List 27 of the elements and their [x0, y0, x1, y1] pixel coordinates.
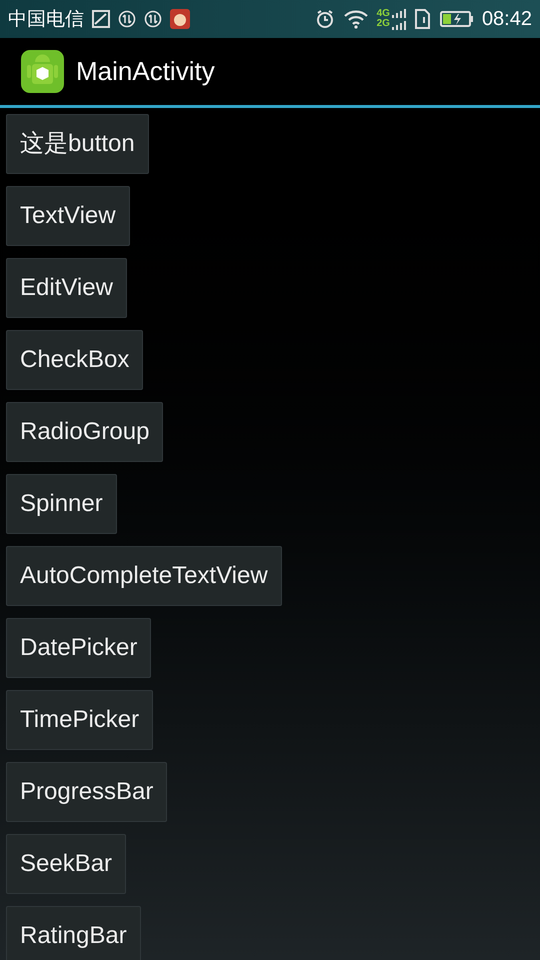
sim-card-icon — [414, 9, 432, 29]
signal-icon — [392, 8, 406, 30]
widget-button[interactable]: DatePicker — [6, 618, 152, 678]
android-app-icon — [21, 50, 64, 93]
widget-button[interactable]: AutoCompleteTextView — [6, 546, 282, 606]
widget-button[interactable]: 这是button — [6, 114, 149, 174]
widget-button[interactable]: SeekBar — [6, 834, 126, 894]
network-type-label: 2G — [376, 19, 390, 29]
battery-icon — [440, 10, 474, 28]
network-type-label: 4G — [376, 9, 390, 19]
widget-button[interactable]: ProgressBar — [6, 762, 168, 822]
data-transfer-icon — [144, 10, 162, 28]
widget-button[interactable]: RatingBar — [6, 906, 141, 960]
wifi-icon — [342, 9, 369, 29]
image-icon — [92, 10, 110, 28]
widget-button[interactable]: CheckBox — [6, 330, 144, 390]
widget-button[interactable]: Spinner — [6, 474, 117, 534]
app-title: MainActivity — [76, 55, 215, 88]
carrier-name: 中国电信 — [8, 6, 84, 32]
widget-button[interactable]: TimePicker — [6, 690, 154, 750]
app-notification-icon — [170, 9, 190, 29]
widget-button[interactable]: RadioGroup — [6, 402, 164, 462]
alarm-icon — [314, 9, 335, 29]
widget-button[interactable]: TextView — [6, 186, 130, 246]
widget-button[interactable]: EditView — [6, 258, 127, 318]
clock: 08:42 — [482, 7, 532, 32]
data-transfer-icon — [118, 10, 136, 28]
